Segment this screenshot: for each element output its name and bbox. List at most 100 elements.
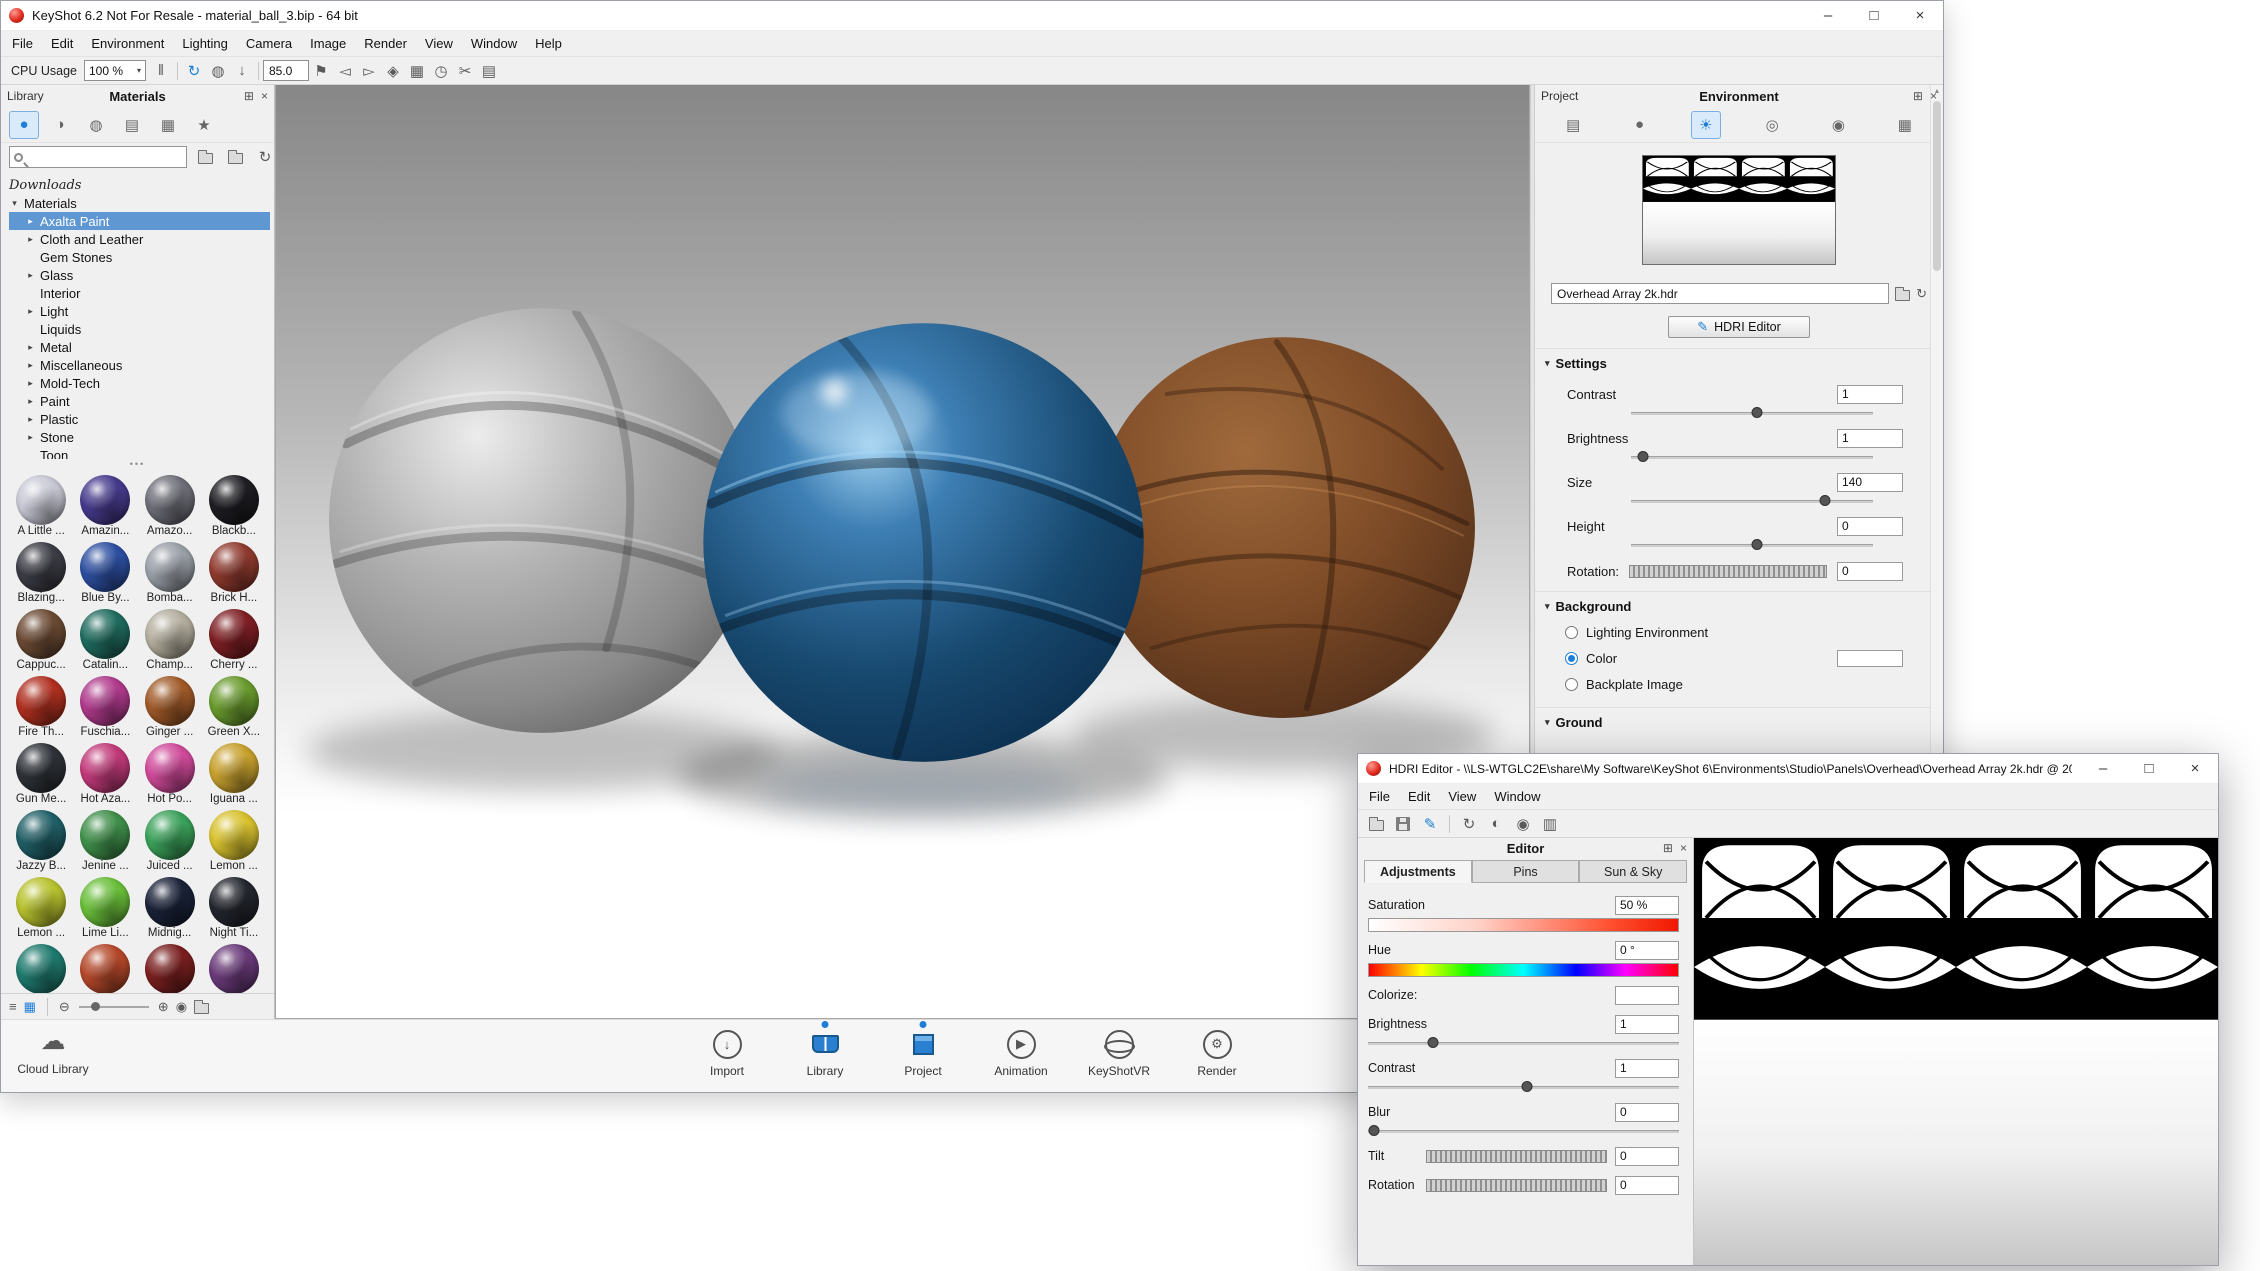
- colors-tab[interactable]: ◑: [45, 111, 75, 139]
- menu-item-file[interactable]: File: [3, 36, 42, 51]
- tree-item-plastic[interactable]: ▸ Plastic: [9, 410, 270, 428]
- scrollbar-thumb[interactable]: [1933, 101, 1941, 271]
- tree-item-interior[interactable]: Interior: [9, 284, 270, 302]
- menu-item-image[interactable]: Image: [301, 36, 355, 51]
- material-thumb-unnamed[interactable]: [9, 944, 73, 993]
- rotation-value-field[interactable]: 0: [1615, 1175, 1679, 1195]
- new-folder-icon[interactable]: [193, 145, 217, 169]
- contrast-value-field[interactable]: 1: [1837, 384, 1903, 404]
- size-value-field[interactable]: 140: [1837, 472, 1903, 492]
- prev-view-icon[interactable]: ◅: [333, 59, 357, 83]
- next-view-icon[interactable]: ▻: [357, 59, 381, 83]
- slider-thumb[interactable]: [1751, 407, 1763, 418]
- material-thumb-cappuc[interactable]: Cappuc...: [9, 609, 73, 676]
- textures-tab[interactable]: ▦: [153, 111, 183, 139]
- zoom-out-icon[interactable]: ⊖: [59, 999, 70, 1015]
- histogram-icon[interactable]: ▥: [1538, 812, 1562, 836]
- menu-item-view[interactable]: View: [1439, 789, 1485, 804]
- dock-item-library[interactable]: Library: [790, 1021, 860, 1078]
- material-thumb-hot-aza[interactable]: Hot Aza...: [73, 743, 137, 810]
- rotation-value-field[interactable]: 0: [1837, 562, 1903, 581]
- material-thumb-jazzy-b[interactable]: Jazzy B...: [9, 810, 73, 877]
- save-icon[interactable]: [1391, 812, 1415, 836]
- tree-item-stone[interactable]: ▸ Stone: [9, 428, 270, 446]
- material-thumb-green-x[interactable]: Green X...: [202, 676, 266, 743]
- camera-tab[interactable]: ◉: [1823, 111, 1853, 139]
- tree-item-gem-stones[interactable]: Gem Stones: [9, 248, 270, 266]
- brightness-slider[interactable]: [1631, 450, 1873, 464]
- tree-item-paint[interactable]: ▸ Paint: [9, 392, 270, 410]
- menu-item-camera[interactable]: Camera: [237, 36, 301, 51]
- list-view-icon[interactable]: ≡: [9, 999, 17, 1014]
- backplates-tab[interactable]: ▤: [117, 111, 147, 139]
- slider-thumb[interactable]: [1819, 495, 1831, 506]
- image-tab[interactable]: ▦: [1890, 111, 1920, 139]
- focal-length-field[interactable]: 85.0: [263, 60, 309, 81]
- material-thumb-lime-li[interactable]: Lime Li...: [73, 877, 137, 944]
- tree-item-glass[interactable]: ▸ Glass: [9, 266, 270, 284]
- blur-value-field[interactable]: 0: [1615, 1102, 1679, 1122]
- menu-item-window[interactable]: Window: [462, 36, 526, 51]
- close-panel-icon[interactable]: ×: [1930, 89, 1937, 103]
- close-button[interactable]: ×: [2172, 754, 2218, 783]
- import-arrow-icon[interactable]: ↓: [230, 59, 254, 83]
- turntable-icon[interactable]: ◷: [429, 59, 453, 83]
- tab-adjustments[interactable]: Adjustments: [1364, 860, 1472, 883]
- material-thumb-bomba[interactable]: Bomba...: [138, 542, 202, 609]
- realtime-viewport[interactable]: [275, 85, 1530, 1019]
- contrast-value-field[interactable]: 1: [1615, 1058, 1679, 1078]
- tree-resize-handle[interactable]: •••: [1, 459, 274, 473]
- menu-item-edit[interactable]: Edit: [42, 36, 82, 51]
- background-section-header[interactable]: ▾ Background: [1535, 591, 1943, 619]
- environment-filename-field[interactable]: Overhead Array 2k.hdr: [1551, 283, 1890, 304]
- material-thumb-fuschia[interactable]: Fuschia...: [73, 676, 137, 743]
- environments-tab[interactable]: ◍: [81, 111, 111, 139]
- height-slider[interactable]: [1631, 538, 1873, 552]
- tilt-drag-control[interactable]: [1426, 1149, 1607, 1163]
- tree-item-axalta-paint[interactable]: ▸ Axalta Paint: [9, 212, 270, 230]
- float-panel-icon[interactable]: ⊞: [1663, 841, 1673, 855]
- float-panel-icon[interactable]: ⊞: [1913, 89, 1923, 103]
- tree-item-downloads[interactable]: Downloads: [9, 176, 270, 194]
- lighting-tab[interactable]: ◎: [1757, 111, 1787, 139]
- environment-tab[interactable]: ☀: [1690, 110, 1721, 139]
- ground-section-header[interactable]: ▾ Ground: [1535, 707, 1943, 735]
- brightness-slider[interactable]: [1368, 1036, 1679, 1050]
- maximize-button[interactable]: □: [1851, 1, 1897, 30]
- saturation-gradient-bar[interactable]: [1368, 918, 1679, 932]
- material-thumb-lemon[interactable]: Lemon ...: [202, 810, 266, 877]
- background-color-swatch[interactable]: [1837, 649, 1903, 667]
- search-box[interactable]: [9, 146, 187, 168]
- open-icon[interactable]: [1364, 812, 1388, 836]
- tree-item-liquids[interactable]: Liquids: [9, 320, 270, 338]
- dock-item-cloud-library[interactable]: ☁ Cloud Library: [15, 1026, 91, 1076]
- float-panel-icon[interactable]: ⊞: [244, 89, 254, 103]
- size-slider[interactable]: [1631, 494, 1873, 508]
- material-thumb-lemon[interactable]: Lemon ...: [9, 877, 73, 944]
- minimize-button[interactable]: –: [2080, 754, 2126, 783]
- rotation-drag-control[interactable]: [1629, 565, 1827, 578]
- material-thumb-gun-me[interactable]: Gun Me...: [9, 743, 73, 810]
- tree-item-miscellaneous[interactable]: ▸ Miscellaneous: [9, 356, 270, 374]
- menu-item-view[interactable]: View: [416, 36, 462, 51]
- grid-view-icon[interactable]: ▦: [24, 999, 36, 1015]
- tree-item-cloth-and-leather[interactable]: ▸ Cloth and Leather: [9, 230, 270, 248]
- contrast-slider[interactable]: [1631, 406, 1873, 420]
- favorites-tab[interactable]: ★: [189, 111, 219, 139]
- slider-thumb[interactable]: [1368, 1125, 1380, 1136]
- tree-item-materials[interactable]: ▾ Materials: [9, 194, 270, 212]
- slider-thumb[interactable]: [1751, 539, 1763, 550]
- material-preview-icon[interactable]: ◍: [206, 59, 230, 83]
- dock-item-keyshotvr[interactable]: KeyShotVR: [1084, 1026, 1154, 1078]
- panels-icon[interactable]: ▤: [477, 59, 501, 83]
- maximize-button[interactable]: □: [2126, 754, 2172, 783]
- dock-item-render[interactable]: ⚙ Render: [1182, 1026, 1252, 1078]
- tree-item-mold-tech[interactable]: ▸ Mold-Tech: [9, 374, 270, 392]
- close-button[interactable]: ×: [1897, 1, 1943, 30]
- material-thumb-a-little[interactable]: A Little ...: [9, 475, 73, 542]
- material-thumb-unnamed[interactable]: [73, 944, 137, 993]
- material-thumb-unnamed[interactable]: [138, 944, 202, 993]
- refresh-icon[interactable]: ↻: [1916, 286, 1927, 302]
- minimize-button[interactable]: –: [1805, 1, 1851, 30]
- grid-icon[interactable]: ▦: [405, 59, 429, 83]
